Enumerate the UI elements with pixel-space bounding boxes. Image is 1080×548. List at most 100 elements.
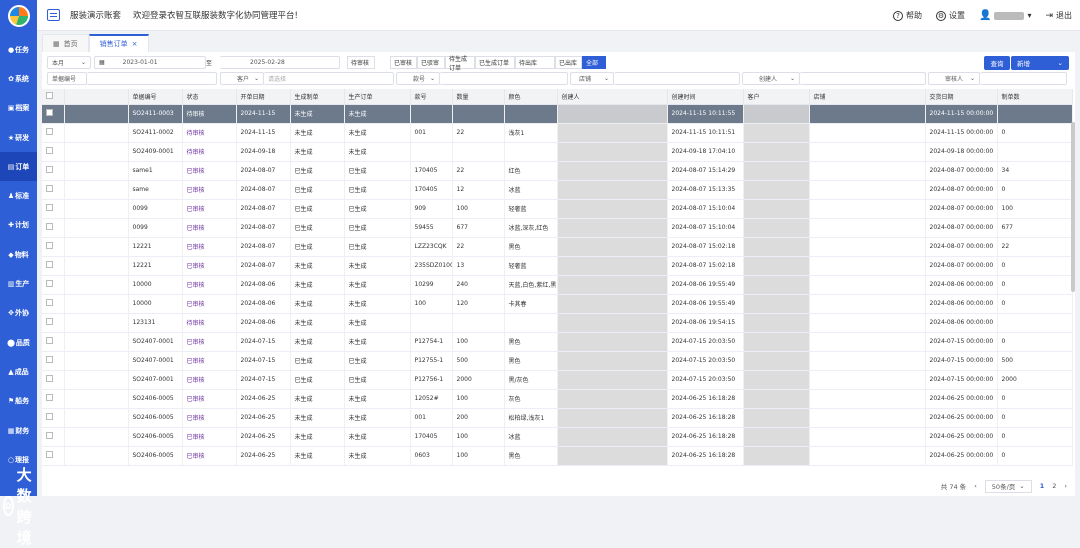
- table-row[interactable]: SO2406-0005 已审核 2024-06-25 未生成 未生成 12052# 100 灰…: [42, 389, 1073, 409]
- creator-input[interactable]: [800, 72, 926, 85]
- status-chip[interactable]: 全部: [582, 56, 606, 69]
- row-select-cell[interactable]: [42, 389, 65, 409]
- table-row[interactable]: 12221 已审核 2024-08-07 已生成 已生成 LZZ23CQK 22 黑色 2024…: [42, 237, 1073, 257]
- status-chip[interactable]: 待生成订单: [445, 56, 475, 72]
- settings-button[interactable]: ⚙ 设置: [935, 10, 965, 21]
- tab-home[interactable]: ▦ 首页: [42, 34, 89, 52]
- add-button[interactable]: 新增 ⌄: [1011, 56, 1069, 70]
- row-checkbox[interactable]: [46, 375, 53, 382]
- period-select[interactable]: 本月 ⌄: [47, 56, 91, 69]
- table-row[interactable]: 0099 已审核 2024-08-07 已生成 已生成 59455 677 冰蓝,深灰,红色 2…: [42, 218, 1073, 238]
- row-select-cell[interactable]: [42, 123, 65, 143]
- customer-field-label[interactable]: 客户 ⌄: [220, 72, 264, 85]
- column-header[interactable]: 颜色: [504, 89, 558, 105]
- table-row[interactable]: 10000 已审核 2024-08-06 未生成 未生成 100 120 卡其春 2024-08…: [42, 294, 1073, 314]
- account-name[interactable]: 服装演示账套: [70, 9, 121, 21]
- column-header[interactable]: 数量: [452, 89, 505, 105]
- order-no-input[interactable]: [87, 72, 217, 85]
- row-checkbox[interactable]: [46, 223, 53, 230]
- row-select-cell[interactable]: [42, 275, 65, 295]
- select-all-header[interactable]: [42, 89, 65, 105]
- column-header[interactable]: 客户: [743, 89, 810, 105]
- row-checkbox[interactable]: [46, 166, 53, 173]
- customer-select[interactable]: 请选择: [264, 72, 394, 85]
- status-chip[interactable]: 已驳审: [417, 56, 445, 69]
- row-select-cell[interactable]: [42, 218, 65, 238]
- vertical-scrollbar[interactable]: [1071, 122, 1075, 292]
- store-field-label[interactable]: 店铺 ⌄: [570, 72, 614, 85]
- table-row[interactable]: SO2406-0005 已审核 2024-06-25 未生成 未生成 170405 100 冰…: [42, 427, 1073, 447]
- row-checkbox[interactable]: [46, 299, 53, 306]
- row-checkbox[interactable]: [46, 356, 53, 363]
- row-select-cell[interactable]: [42, 446, 65, 466]
- table-row[interactable]: 10000 已审核 2024-08-06 未生成 未生成 10299 240 天蓝,白色,紫红…: [42, 275, 1073, 295]
- store-input[interactable]: [614, 72, 740, 85]
- date-to-input[interactable]: 2025-02-28: [220, 56, 340, 69]
- sidebar-item[interactable]: ▲ 成品: [0, 357, 37, 386]
- help-button[interactable]: ? 帮助: [892, 10, 922, 21]
- column-header[interactable]: 款号: [410, 89, 453, 105]
- style-field-label[interactable]: 款号 ⌄: [396, 72, 440, 85]
- creator-field-label[interactable]: 创建人 ⌄: [742, 72, 800, 85]
- auditor-input[interactable]: [980, 72, 1067, 85]
- column-header[interactable]: 单据编号: [128, 89, 183, 105]
- status-chip[interactable]: 已生成订单: [475, 56, 515, 69]
- status-chip[interactable]: 待审核: [347, 56, 375, 69]
- table-row[interactable]: 123131 待审核 2024-08-06 未生成 未生成 2024-08-06 19:5…: [42, 313, 1073, 333]
- row-select-cell[interactable]: [42, 199, 65, 219]
- table-row[interactable]: SO2411-0002 待审核 2024-11-15 未生成 未生成 001 22 浅灰1 20…: [42, 123, 1073, 143]
- row-select-cell[interactable]: [42, 256, 65, 276]
- column-header[interactable]: 生成制单: [290, 89, 345, 105]
- table-row[interactable]: SO2411-0003 待审核 2024-11-15 未生成 未生成 2024-11-15…: [42, 104, 1073, 124]
- table-row[interactable]: SO2409-0001 待审核 2024-09-18 未生成 未生成 2024-09-18…: [42, 142, 1073, 162]
- row-select-cell[interactable]: [42, 427, 65, 447]
- status-chip[interactable]: 已审核: [390, 56, 417, 69]
- column-header[interactable]: 店铺: [809, 89, 926, 105]
- column-header[interactable]: 生产订单: [344, 89, 411, 105]
- column-header[interactable]: 交货日期: [925, 89, 998, 105]
- table-row[interactable]: SO2406-0005 已审核 2024-06-25 未生成 未生成 0603 100 黑色 2…: [42, 446, 1073, 466]
- tab-sales-order[interactable]: 销售订单 ×: [88, 34, 149, 52]
- close-icon[interactable]: ×: [132, 40, 138, 48]
- row-checkbox[interactable]: [46, 337, 53, 344]
- table-row[interactable]: SO2407-0001 已审核 2024-07-15 已生成 已生成 P12756-1 20…: [42, 370, 1073, 390]
- table-row[interactable]: same 已审核 2024-08-07 已生成 已生成 170405 12 冰蓝 2024-08…: [42, 180, 1073, 200]
- row-checkbox[interactable]: [46, 261, 53, 268]
- sidebar-item[interactable]: ⬤ 品质: [0, 328, 37, 357]
- user-menu[interactable]: 👤 ▾: [979, 10, 1031, 21]
- table-row[interactable]: SO2407-0001 已审核 2024-07-15 未生成 未生成 P12754-1 10…: [42, 332, 1073, 352]
- row-select-cell[interactable]: [42, 142, 65, 162]
- table-row[interactable]: same1 已审核 2024-08-07 已生成 已生成 170405 22 红色 2024-0…: [42, 161, 1073, 181]
- column-header[interactable]: 状态: [182, 89, 237, 105]
- column-header[interactable]: 开单日期: [236, 89, 291, 105]
- logout-button[interactable]: ⇥ 退出: [1045, 10, 1072, 21]
- row-checkbox[interactable]: [46, 318, 53, 325]
- table-row[interactable]: 12221已审核2024-08-07未生成未生成235SDZ0100113轻奢蓝…: [42, 256, 1073, 276]
- table-row[interactable]: SO2407-0001 已审核 2024-07-15 已生成 已生成 P12755-1 50…: [42, 351, 1073, 371]
- row-select-cell[interactable]: [42, 104, 65, 124]
- row-checkbox[interactable]: [46, 432, 53, 439]
- row-checkbox[interactable]: [46, 451, 53, 458]
- row-select-cell[interactable]: [42, 313, 65, 333]
- status-chip[interactable]: 已出库: [555, 56, 582, 69]
- prev-page-button[interactable]: ‹: [974, 482, 977, 490]
- row-checkbox[interactable]: [46, 394, 53, 401]
- page-2-button[interactable]: 2: [1052, 482, 1056, 490]
- menu-toggle-icon[interactable]: [47, 9, 60, 21]
- row-checkbox[interactable]: [46, 242, 53, 249]
- sidebar-item[interactable]: ● 任务: [0, 35, 37, 64]
- row-checkbox[interactable]: [46, 147, 53, 154]
- date-from-input[interactable]: ▦ 2023-01-01: [94, 56, 206, 69]
- sidebar-item[interactable]: ◆ 物料: [0, 240, 37, 269]
- sidebar-item[interactable]: ▣ 档案: [0, 94, 37, 123]
- sidebar-item[interactable]: ♟ 标准: [0, 181, 37, 210]
- row-select-cell[interactable]: [42, 237, 65, 257]
- status-chip[interactable]: 待出库: [515, 56, 555, 69]
- column-header[interactable]: 创建人: [557, 89, 668, 105]
- table-row[interactable]: 0099 已审核 2024-08-07 已生成 已生成 909 100 轻奢蓝 2024-08-…: [42, 199, 1073, 219]
- row-checkbox[interactable]: [46, 185, 53, 192]
- row-select-cell[interactable]: [42, 370, 65, 390]
- style-input[interactable]: [440, 72, 568, 85]
- row-checkbox[interactable]: [46, 280, 53, 287]
- sidebar-item[interactable]: ★ 研发: [0, 123, 37, 152]
